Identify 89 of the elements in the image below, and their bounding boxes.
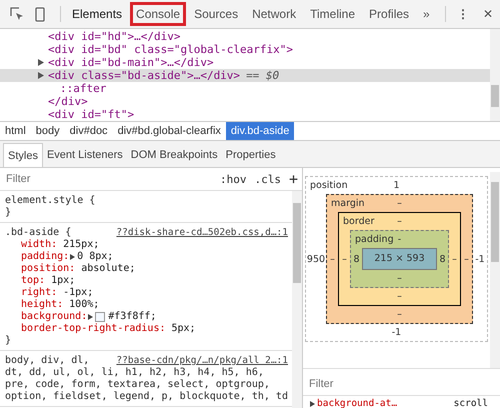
source-link[interactable]: ??base-cdn/pkg/…n/pkg/all 2…:1 — [116, 355, 288, 367]
css-selector: pre, code, form, textarea, select, optgroup, — [5, 379, 270, 391]
css-property: position: — [21, 263, 76, 275]
scrollbar[interactable] — [490, 172, 500, 368]
close-button[interactable]: ✕ — [478, 3, 498, 25]
sidebar-tab[interactable]: Properties — [222, 143, 280, 167]
css-property: height: — [21, 299, 64, 311]
box-value: 950 — [306, 254, 326, 264]
expand-arrow-icon[interactable] — [88, 314, 94, 320]
computed-value: scroll — [454, 398, 488, 408]
css-value: #f3f8ff; — [108, 311, 156, 323]
add-rule-button[interactable]: + — [284, 170, 302, 188]
css-value: 5px; — [172, 323, 196, 335]
more-tabs-button[interactable]: » — [418, 3, 435, 25]
scrollbar[interactable] — [490, 29, 500, 121]
dom-node[interactable]: <div id="ft"> — [48, 108, 134, 121]
box-value: 1 — [393, 180, 400, 191]
hover-state-button[interactable]: :hov — [216, 172, 250, 186]
dom-node[interactable]: <div class="bd-aside">…</div> — [48, 69, 240, 82]
expand-arrow-icon[interactable] — [70, 254, 76, 260]
box-label: margin — [331, 198, 366, 209]
box-value: – — [463, 254, 470, 264]
css-value: 0 8px; — [77, 251, 114, 263]
inspect-icon[interactable] — [10, 7, 24, 21]
css-selector: dt, dd, ul, ol, li, h1, h2, h3, h4, h5, h6, — [5, 367, 264, 379]
box-value: – — [341, 254, 348, 264]
panel-tab[interactable]: Timeline — [305, 3, 360, 25]
filter-field[interactable]: Filter — [303, 373, 500, 396]
box-value: -1 — [392, 327, 402, 338]
css-value: absolute; — [81, 263, 136, 275]
dom-node[interactable]: <div id="bd" class="global-clearfix"> — [48, 43, 294, 56]
panel-tab[interactable]: Console — [131, 3, 186, 25]
box-label: position — [310, 180, 349, 191]
css-property: padding: — [21, 251, 70, 263]
css-property: top: — [21, 275, 46, 287]
css-value: 215px; — [63, 239, 100, 251]
dom-node[interactable]: </div> — [48, 95, 88, 108]
breadcrumb[interactable]: div#bd.global-clearfix — [112, 122, 226, 140]
sidebar-tab[interactable]: DOM Breakpoints — [126, 143, 222, 167]
css-property: border-top-right-radius: — [21, 323, 166, 335]
css-selector: body, div, dl, — [5, 355, 90, 367]
box-label: border — [343, 216, 376, 227]
dom-node[interactable]: ::after — [60, 82, 106, 95]
css-selector: option, fieldset, legend, p, blockquote, th, td — [5, 391, 288, 403]
box-value: 8 — [352, 254, 361, 264]
css-property: right: — [21, 287, 58, 299]
css-value: -1px; — [63, 287, 94, 299]
panel-tab[interactable]: Sources — [189, 3, 244, 25]
menu-button[interactable]: ⋮ — [452, 3, 474, 25]
box-label: padding — [355, 234, 395, 245]
css-selector: .bd-aside { — [5, 227, 72, 239]
box-value: – — [397, 291, 402, 302]
breadcrumb[interactable]: div#doc — [64, 122, 113, 140]
scrollbar[interactable] — [292, 191, 302, 408]
css-value: 1px; — [51, 275, 76, 287]
device-icon[interactable] — [34, 6, 46, 22]
box-value: – — [397, 198, 402, 209]
selected-node-marker: == $0 — [246, 69, 280, 82]
sidebar-tab[interactable]: Styles — [3, 143, 43, 167]
sidebar-tab[interactable]: Event Listeners — [42, 143, 127, 167]
panel-tab[interactable]: Elements — [67, 3, 128, 25]
computed-property: background-at… — [317, 398, 398, 408]
css-property: background: — [21, 311, 88, 323]
color-swatch[interactable] — [95, 312, 106, 322]
box-value: – — [451, 254, 458, 264]
css-selector: element.style { — [5, 195, 96, 207]
closing-brace: } — [5, 335, 12, 347]
source-link[interactable]: ??disk-share-cd…502eb.css,d…:1 — [116, 227, 288, 239]
box-value: – — [397, 309, 402, 320]
class-button[interactable]: .cls — [250, 172, 285, 186]
box-value: - — [398, 234, 402, 245]
panel-tab[interactable]: Profiles — [364, 3, 414, 25]
box-value: – — [397, 273, 402, 284]
content-size: 215 × 593 — [362, 248, 437, 270]
closing-brace: } — [5, 207, 12, 219]
dom-node[interactable]: <div id="bd-main">…</div> — [48, 56, 214, 69]
expand-arrow-icon[interactable] — [310, 400, 315, 406]
css-value: 100%; — [69, 299, 100, 311]
filter-field[interactable]: Filter — [0, 172, 216, 186]
breadcrumb[interactable]: html — [0, 122, 31, 140]
css-property: width: — [21, 239, 58, 251]
breadcrumb[interactable]: div.bd-aside — [226, 122, 294, 140]
box-value: 8 — [438, 254, 447, 264]
panel-tab[interactable]: Network — [247, 3, 302, 25]
box-value: – — [397, 216, 402, 227]
box-value: -1 — [474, 254, 486, 264]
box-value: – — [329, 254, 336, 264]
breadcrumb[interactable]: body — [30, 122, 65, 140]
dom-node[interactable]: <div id="hd">…</div> — [48, 30, 180, 43]
